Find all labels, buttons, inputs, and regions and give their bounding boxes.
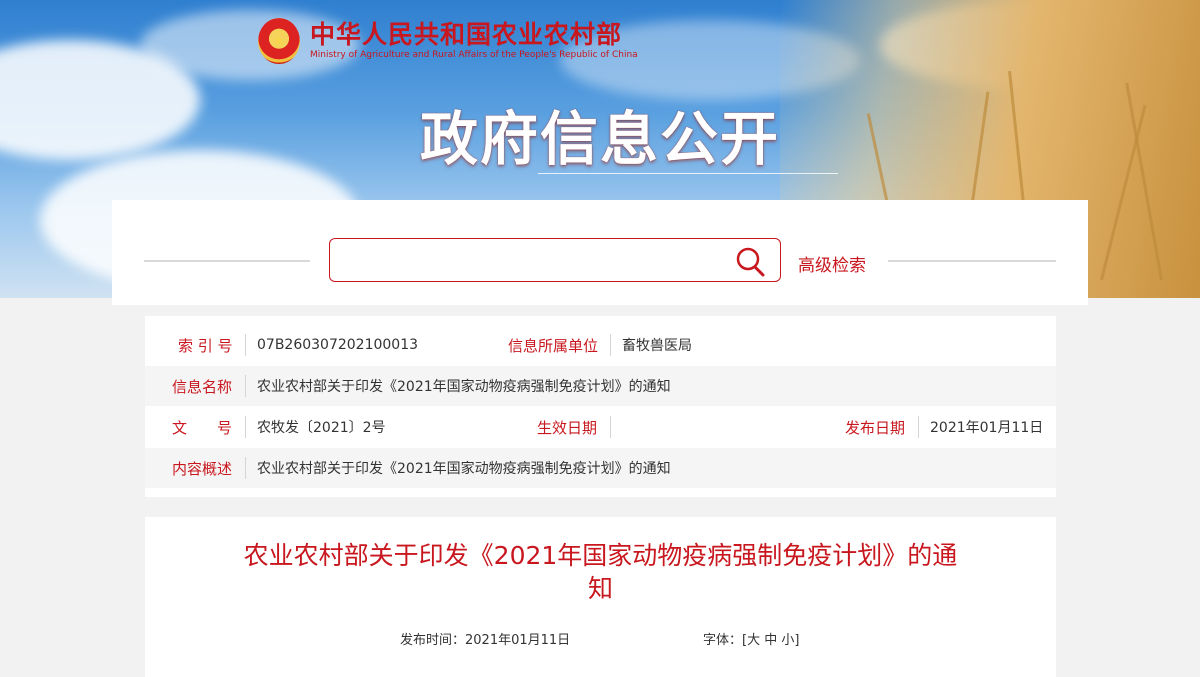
font-size-label: 字体：	[703, 633, 743, 648]
info-row-index: 索 引 号 07B260307202100013 信息所属单位 畜牧兽医局	[145, 325, 1056, 365]
doc-no-value: 农牧发〔2021〕2号	[257, 420, 386, 436]
heading-divider	[538, 173, 838, 174]
name-value: 农业农村部关于印发《2021年国家动物疫病强制免疫计划》的通知	[257, 379, 671, 395]
search-box	[329, 238, 781, 282]
search-icon	[736, 247, 765, 277]
name-label: 信息名称	[172, 377, 233, 396]
info-table: 索 引 号 07B260307202100013 信息所属单位 畜牧兽医局 信息…	[145, 316, 1056, 497]
bracket-close: ]	[794, 633, 800, 648]
search-divider-left	[144, 260, 310, 262]
national-emblem-icon: ★	[258, 18, 300, 64]
font-size-switcher: 字体：[大 中 小]	[703, 629, 800, 648]
font-size-large[interactable]: 大	[747, 633, 760, 648]
font-size-medium[interactable]: 中	[764, 633, 777, 648]
publish-date-value: 2021年01月11日	[930, 420, 1044, 436]
index-no-value: 07B260307202100013	[257, 337, 419, 353]
article-title-line1: 农业农村部关于印发《2021年国家动物疫病强制免疫计划》的通	[243, 541, 958, 570]
doc-no-label: 文 号	[172, 418, 233, 437]
publish-date-label: 发布日期	[845, 418, 906, 437]
publish-time-value: 2021年01月11日	[465, 633, 571, 648]
info-row-docno: 文 号 农牧发〔2021〕2号 生效日期 发布日期 2021年01月11日	[145, 407, 1056, 447]
search-divider-right	[888, 260, 1056, 262]
publish-time-label: 发布时间：	[400, 633, 466, 648]
publish-time: 发布时间：2021年01月11日	[400, 629, 570, 648]
article-title-line2: 知	[587, 574, 613, 603]
search-button[interactable]	[734, 245, 768, 279]
summary-value: 农业农村部关于印发《2021年国家动物疫病强制免疫计划》的通知	[257, 461, 671, 477]
summary-label: 内容概述	[172, 459, 233, 478]
search-input[interactable]	[342, 245, 726, 277]
effective-date-label: 生效日期	[537, 418, 598, 437]
article-title: 农业农村部关于印发《2021年国家动物疫病强制免疫计划》的通 知	[185, 539, 1016, 605]
advanced-search-link[interactable]: 高级检索	[798, 251, 866, 276]
info-row-name: 信息名称 农业农村部关于印发《2021年国家动物疫病强制免疫计划》的通知	[145, 366, 1056, 406]
info-row-summary: 内容概述 农业农村部关于印发《2021年国家动物疫病强制免疫计划》的通知	[145, 448, 1056, 488]
ministry-name-cn: 中华人民共和国农业农村部	[310, 20, 623, 49]
unit-label: 信息所属单位	[508, 336, 599, 355]
font-size-small[interactable]: 小	[781, 633, 794, 648]
page-heading: 政府信息公开	[419, 105, 780, 173]
unit-value: 畜牧兽医局	[622, 338, 692, 354]
ministry-name-en: Ministry of Agriculture and Rural Affair…	[310, 50, 638, 60]
article-panel: 农业农村部关于印发《2021年国家动物疫病强制免疫计划》的通 知 发布时间：20…	[145, 517, 1056, 677]
index-no-label: 索 引 号	[178, 336, 233, 355]
ministry-logo[interactable]: ★ 中华人民共和国农业农村部 Ministry of Agriculture a…	[258, 18, 638, 64]
